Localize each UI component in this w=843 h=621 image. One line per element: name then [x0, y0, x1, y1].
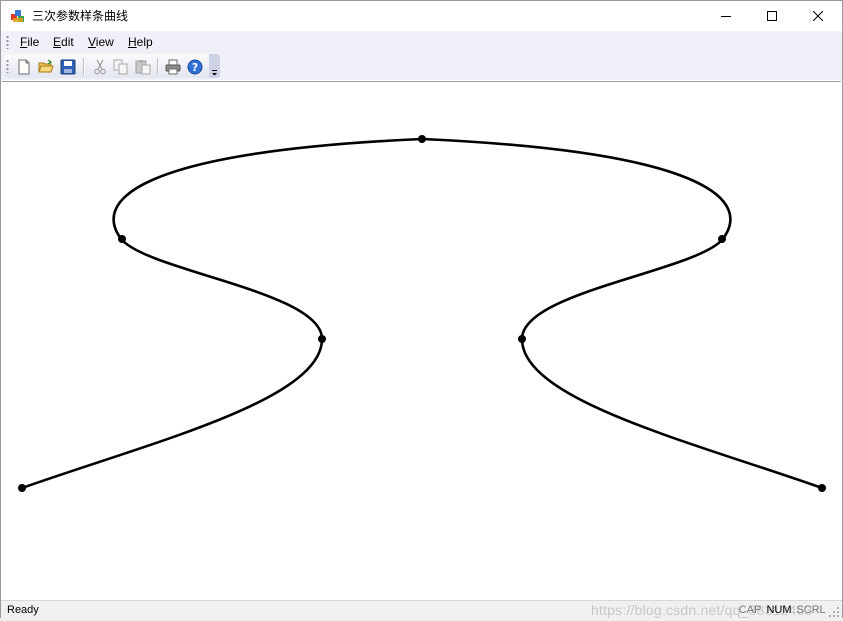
print-button[interactable]: [164, 58, 181, 75]
print-icon: [165, 59, 180, 74]
save-button[interactable]: [59, 58, 76, 75]
open-button[interactable]: [37, 58, 54, 75]
help-icon: ?: [187, 59, 202, 74]
menu-bar: File Edit View Help: [1, 31, 842, 53]
save-icon: [60, 59, 75, 74]
spline-drawing: [18, 135, 826, 492]
control-point[interactable]: [18, 484, 26, 492]
status-bar: Ready https://blog.csdn.net/qq_38312463 …: [1, 600, 842, 619]
toolbar-grip[interactable]: [6, 59, 9, 73]
paste-button[interactable]: [134, 58, 151, 75]
copy-icon: [113, 59, 127, 74]
control-point[interactable]: [718, 235, 726, 243]
maximize-icon: [767, 11, 777, 21]
main-window: 三次参数样条曲线 File Edit View Help ? Ready htt…: [0, 0, 843, 619]
control-point[interactable]: [518, 335, 526, 343]
menubar-grip[interactable]: [6, 35, 9, 49]
toolbar-separator: [157, 58, 158, 75]
title-bar[interactable]: 三次参数样条曲线: [1, 1, 842, 31]
menu-edit[interactable]: Edit: [53, 34, 74, 50]
app-icon[interactable]: [10, 8, 26, 24]
paste-icon: [135, 59, 150, 74]
status-num-indicator: NUM: [766, 604, 792, 616]
close-icon: [813, 11, 823, 21]
help-button[interactable]: ?: [186, 58, 203, 75]
toolbar: ?: [4, 54, 220, 78]
status-scrl-indicator: SCRL: [796, 604, 826, 616]
menu-file[interactable]: File: [20, 34, 39, 50]
toolbar-row: ?: [1, 53, 842, 80]
minimize-button[interactable]: [703, 1, 749, 31]
status-text: Ready: [7, 604, 39, 616]
minimize-icon: [721, 16, 731, 17]
copy-button[interactable]: [112, 58, 129, 75]
menu-help[interactable]: Help: [128, 34, 153, 50]
svg-text:?: ?: [191, 61, 197, 74]
new-button[interactable]: [15, 58, 32, 75]
new-icon: [18, 59, 29, 74]
toolbar-separator: [83, 58, 84, 75]
window-title: 三次参数样条曲线: [32, 9, 129, 23]
chevron-down-icon: [212, 70, 217, 76]
control-point[interactable]: [118, 235, 126, 243]
cut-button[interactable]: [91, 58, 108, 75]
drawing-canvas[interactable]: [2, 81, 841, 600]
toolbar-overflow-button[interactable]: [209, 54, 220, 78]
resize-grip-icon: [829, 607, 839, 617]
cut-icon: [93, 59, 106, 74]
control-point[interactable]: [818, 484, 826, 492]
open-icon: [37, 58, 54, 72]
control-point[interactable]: [418, 135, 426, 143]
close-button[interactable]: [795, 1, 841, 31]
control-point[interactable]: [318, 335, 326, 343]
spline-curve: [21, 137, 823, 490]
maximize-button[interactable]: [749, 1, 795, 31]
resize-grip[interactable]: [829, 607, 840, 618]
status-cap-indicator: CAP: [738, 604, 762, 616]
menu-view[interactable]: View: [88, 34, 114, 50]
